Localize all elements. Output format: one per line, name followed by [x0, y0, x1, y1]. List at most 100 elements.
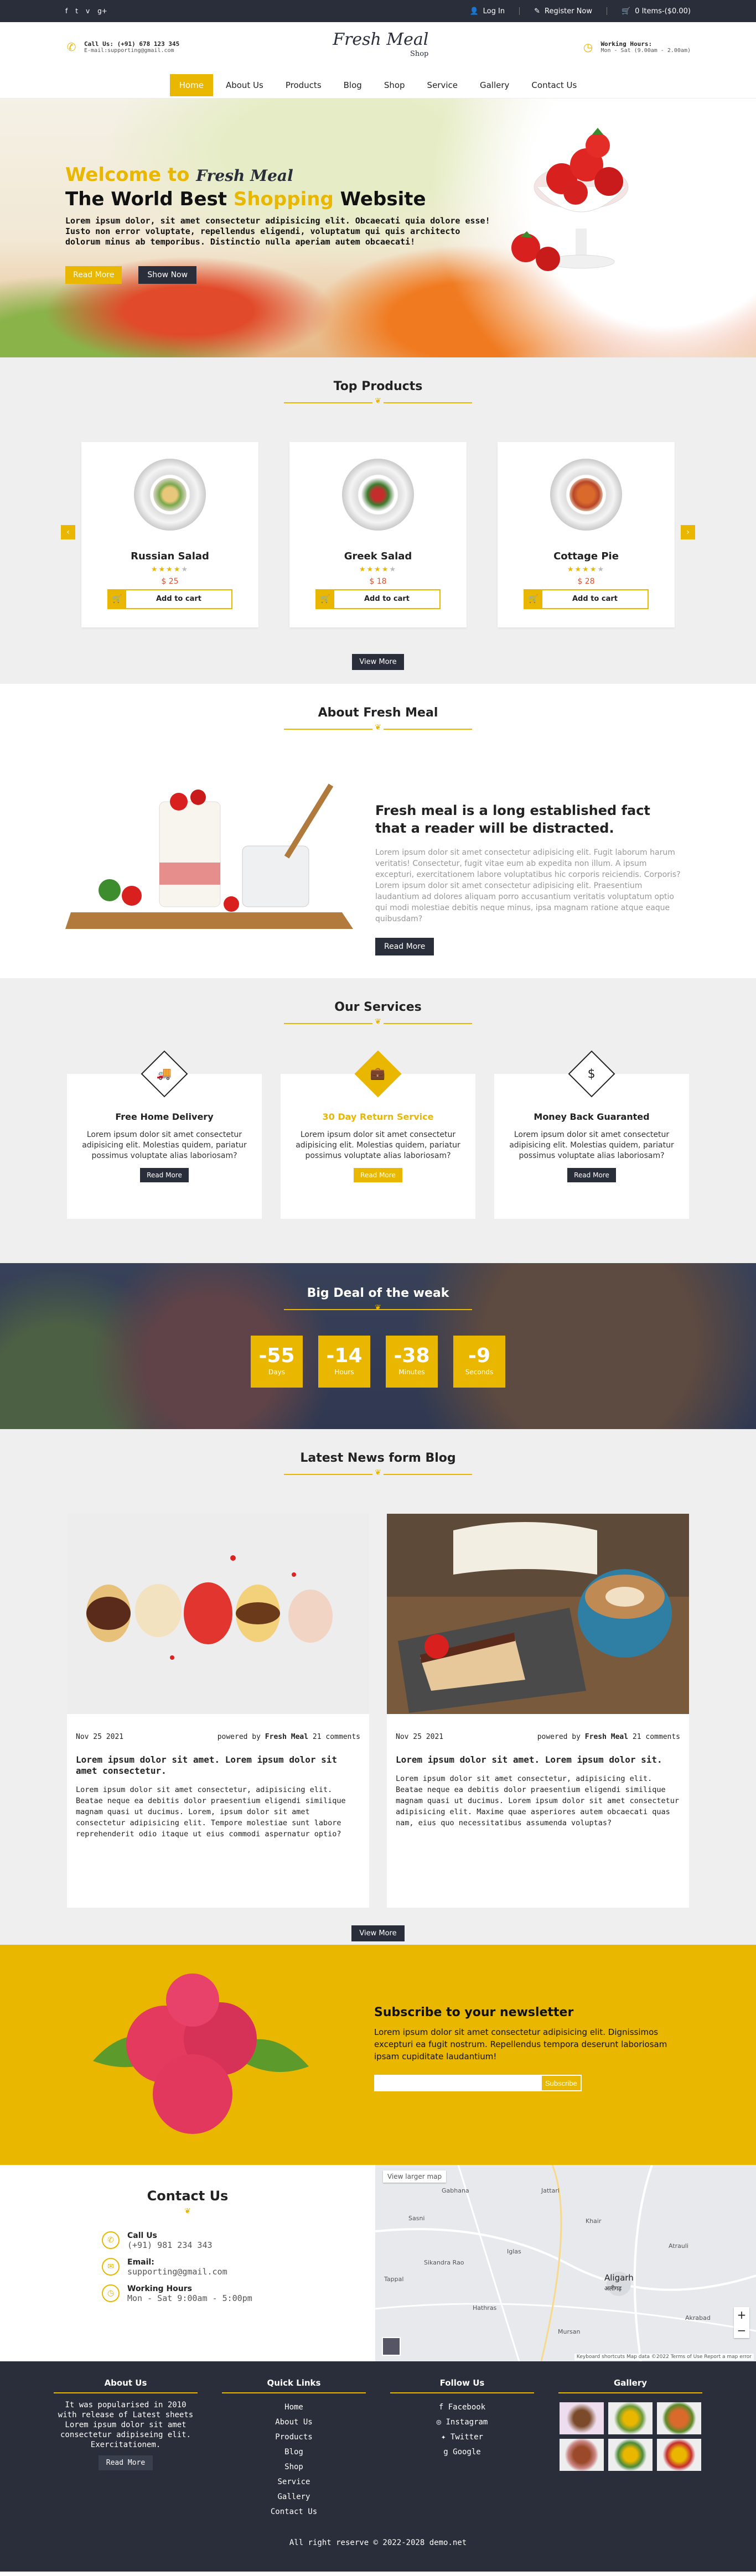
view-larger-map-link[interactable]: View larger map — [383, 2170, 447, 2183]
map-attribution: Keyboard shortcuts Map data ©2022 Terms … — [574, 2354, 754, 2360]
google-plus-icon[interactable]: g+ — [97, 7, 107, 15]
nav-service[interactable]: Service — [418, 74, 467, 96]
footer-link-gallery[interactable]: Gallery — [277, 2492, 310, 2501]
hero-welcome-text: Welcome to — [65, 164, 190, 186]
footer-link-home[interactable]: Home — [284, 2403, 303, 2412]
footer-instagram-link[interactable]: ◎ Instagram — [437, 2418, 488, 2427]
news-section: Latest News form Blog ❦ Nov 25 2021 power… — [0, 1429, 756, 1945]
service-read-more-button[interactable]: Read More — [567, 1168, 616, 1182]
footer-follow: Follow Us f Facebook ◎ Instagram ✦ Twitt… — [390, 2378, 534, 2520]
newsletter-section: Subscribe to your newsletter Lorem ipsum… — [0, 1945, 756, 2165]
leaf-icon: ❦ — [375, 1303, 381, 1312]
macarons-image — [67, 1514, 369, 1714]
view-more-news-button[interactable]: View More — [351, 1925, 405, 1941]
nav-gallery[interactable]: Gallery — [470, 74, 519, 96]
news-author[interactable]: Fresh Meal — [265, 1733, 308, 1741]
footer-link-blog[interactable]: Blog — [284, 2448, 303, 2456]
service-read-more-button[interactable]: Read More — [140, 1168, 189, 1182]
section-title: Latest News form Blog — [300, 1451, 456, 1465]
footer-link-products[interactable]: Products — [275, 2433, 312, 2442]
top-bar: f t v g+ 👤 Log In ✎ Register Now 🛒 0 Items-… — [0, 0, 756, 22]
subscribe-button[interactable]: Subscribe — [541, 2075, 582, 2091]
news-comments[interactable]: 21 comments — [313, 1733, 360, 1741]
gallery-thumb[interactable] — [560, 2439, 604, 2471]
news-powered-by: powered by — [537, 1733, 581, 1741]
footer-read-more-button[interactable]: Read More — [98, 2455, 153, 2470]
cart-link[interactable]: 🛒 0 Items-($0.00) — [622, 7, 691, 15]
nav-blog[interactable]: Blog — [334, 74, 371, 96]
map-label: Khair — [586, 2217, 602, 2225]
follow-label: Facebook — [448, 2403, 486, 2412]
cart-label: 0 Items-($0.00) — [635, 7, 691, 15]
contact-section: Contact Us ❦ ✆ Call Us (+91) 981 234 343 ✉… — [0, 2165, 756, 2361]
news-author[interactable]: Fresh Meal — [585, 1733, 628, 1741]
cart-icon: 🛒 — [621, 7, 631, 15]
nav-products[interactable]: Products — [276, 74, 331, 96]
coffee-cake-image — [387, 1514, 689, 1714]
twitter-icon[interactable]: t — [75, 7, 78, 15]
add-to-cart-button[interactable]: 🛒 Add to cart — [107, 589, 232, 609]
service-card: 🚚 Free Home Delivery Lorem ipsum dolor s… — [67, 1050, 262, 1219]
service-read-more-button[interactable]: Read More — [354, 1168, 402, 1182]
add-to-cart-button[interactable]: 🛒 Add to cart — [315, 589, 441, 609]
divider — [519, 7, 520, 15]
product-card: Russian Salad ★★★★★ $ 25 🛒 Add to cart — [81, 442, 258, 627]
follow-label: Twitter — [450, 2433, 483, 2442]
timer-value: -9 — [468, 1344, 490, 1367]
newsletter-email-input[interactable] — [374, 2075, 543, 2091]
footer-google-link[interactable]: g Google — [443, 2448, 480, 2456]
footer-link-shop[interactable]: Shop — [284, 2463, 303, 2471]
carousel-prev-arrow[interactable]: ‹ — [61, 525, 75, 539]
news-heading[interactable]: Lorem ipsum dolor sit amet. Lorem ipsum … — [396, 1754, 680, 1765]
section-title: Big Deal of the weak — [307, 1286, 449, 1300]
hero-show-now-button[interactable]: Show Now — [138, 266, 197, 284]
gallery-thumb[interactable] — [608, 2439, 653, 2471]
about-read-more-button[interactable]: Read More — [375, 938, 434, 955]
view-more-products-button[interactable]: View More — [352, 654, 404, 670]
map-label: Sasni — [408, 2215, 425, 2222]
footer-link-about[interactable]: About Us — [275, 2418, 312, 2427]
newsletter-form: Subscribe — [374, 2075, 684, 2091]
news-meta: Nov 25 2021 powered by Fresh Meal 21 comm… — [396, 1733, 680, 1741]
clock-icon: ◷ — [583, 40, 593, 54]
title-divider: ❦ — [284, 1468, 472, 1481]
hero-text: Lorem ipsum dolor, sit amet consectetur … — [65, 216, 490, 247]
contact-phone: ✆ Call Us (+91) 981 234 343 — [102, 2231, 375, 2250]
gallery-thumb[interactable] — [657, 2439, 701, 2471]
gallery-thumb[interactable] — [560, 2402, 604, 2434]
carousel-next-arrow[interactable]: › — [681, 525, 695, 539]
zoom-out-button[interactable]: − — [734, 2323, 749, 2338]
nav-about[interactable]: About Us — [216, 74, 273, 96]
nav-home[interactable]: Home — [169, 74, 213, 96]
hours-info: ◷ Working Hours: Mon - Sat (9.00am - 2.00… — [582, 40, 691, 54]
nav-shop[interactable]: Shop — [375, 74, 415, 96]
gallery-thumb[interactable] — [657, 2402, 701, 2434]
newsletter-text: Lorem ipsum dolor sit amet consectetur a… — [374, 2027, 667, 2061]
map-label: Atrauli — [669, 2242, 688, 2250]
footer-facebook-link[interactable]: f Facebook — [439, 2403, 485, 2412]
register-link[interactable]: ✎ Register Now — [534, 7, 592, 15]
footer-link-contact[interactable]: Contact Us — [271, 2507, 317, 2516]
cart-icon: 🛒 — [525, 590, 542, 608]
nav-contact[interactable]: Contact Us — [522, 74, 586, 96]
map-satellite-toggle[interactable] — [382, 2337, 401, 2356]
site-logo[interactable]: Fresh Meal Shop — [333, 32, 428, 61]
zoom-in-button[interactable]: + — [734, 2307, 749, 2323]
gallery-thumb[interactable] — [608, 2402, 653, 2434]
vimeo-icon[interactable]: v — [86, 7, 90, 15]
footer-link-service[interactable]: Service — [277, 2478, 310, 2486]
dollar-icon: $ — [568, 1050, 615, 1098]
copyright: All right reserve © 2022-2028 demo.net — [289, 2538, 467, 2547]
news-heading[interactable]: Lorem ipsum dolor sit amet. Lorem ipsum … — [76, 1754, 360, 1777]
add-to-cart-button[interactable]: 🛒 Add to cart — [524, 589, 649, 609]
news-comments[interactable]: 21 comments — [633, 1733, 680, 1741]
briefcase-icon: 💼 — [354, 1050, 402, 1098]
login-link[interactable]: 👤 Log In — [469, 7, 505, 15]
facebook-icon[interactable]: f — [65, 7, 68, 15]
google-map[interactable]: View larger map Sikandra Rao Hathras Igl… — [375, 2165, 756, 2361]
title-divider: ❦ — [284, 1303, 472, 1316]
footer-twitter-link[interactable]: ✦ Twitter — [441, 2433, 483, 2442]
news-date: Nov 25 2021 — [76, 1733, 124, 1741]
hero-read-more-button[interactable]: Read More — [65, 266, 122, 284]
product-price: $ 28 — [577, 577, 595, 586]
